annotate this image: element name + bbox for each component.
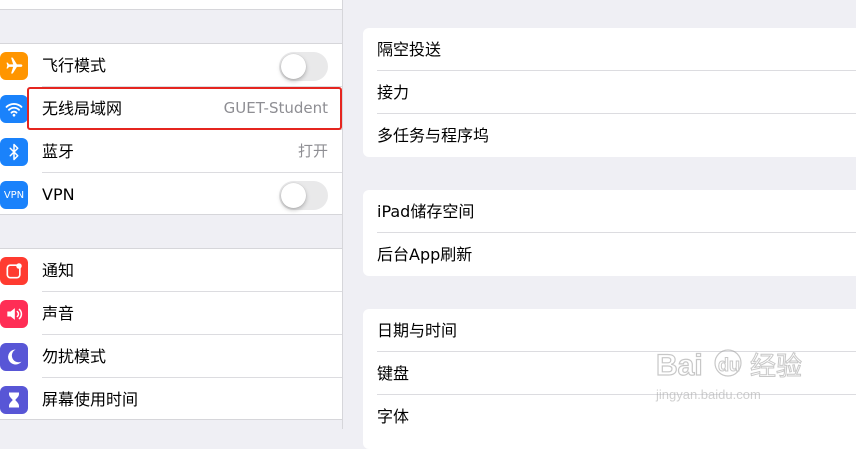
sidebar-item-vpn[interactable]: VPN VPN — [0, 173, 342, 216]
sidebar-item-airplane-mode[interactable]: 飞行模式 — [0, 44, 342, 87]
wifi-highlight-box — [27, 87, 342, 130]
list-item-label: iPad储存空间 — [377, 202, 475, 221]
svg-text:经验: 经验 — [750, 352, 802, 382]
list-item-label: 隔空投送 — [377, 40, 442, 59]
sidebar-item-label: 声音 — [42, 304, 75, 323]
list-item-multitasking-dock[interactable]: 多任务与程序坞 — [363, 114, 856, 157]
bluetooth-status-value: 打开 — [297, 142, 328, 160]
svg-text:jingyan.baidu.com: jingyan.baidu.com — [655, 387, 761, 402]
list-item-label: 多任务与程序坞 — [377, 126, 490, 145]
sidebar-item-do-not-disturb[interactable]: 勿扰模式 — [0, 335, 342, 378]
vpn-icon-text: VPN — [3, 189, 25, 201]
airplane-mode-toggle[interactable] — [279, 52, 328, 81]
list-item-label: 键盘 — [377, 364, 410, 383]
toggle-knob — [281, 183, 306, 208]
svg-text:du: du — [718, 355, 740, 375]
list-item-label: 后台App刷新 — [377, 245, 473, 264]
sidebar-item-label: 屏幕使用时间 — [42, 390, 139, 409]
system-group: 通知 声音 勿扰模式 屏幕使用时间 — [0, 248, 342, 420]
settings-sidebar: 飞行模式 无线局域网 GUET-Student 蓝牙 打开 VPN VPN 通知… — [0, 0, 343, 429]
moon-icon — [0, 343, 28, 371]
settings-card-sharing: 隔空投送 接力 多任务与程序坞 — [363, 28, 856, 157]
list-item-label: 字体 — [377, 407, 410, 426]
list-item-label: 日期与时间 — [377, 321, 458, 340]
sidebar-item-label: 通知 — [42, 261, 75, 280]
list-item-airdrop[interactable]: 隔空投送 — [363, 28, 856, 71]
sidebar-item-label: VPN — [42, 185, 75, 204]
sidebar-item-label: 蓝牙 — [42, 142, 75, 161]
sidebar-top-group — [0, 0, 342, 10]
list-item-ipad-storage[interactable]: iPad储存空间 — [363, 190, 856, 233]
list-item-handoff[interactable]: 接力 — [363, 71, 856, 114]
sidebar-item-notifications[interactable]: 通知 — [0, 249, 342, 292]
airplane-icon — [0, 52, 28, 80]
sidebar-item-label: 飞行模式 — [42, 56, 107, 75]
settings-card-storage: iPad储存空间 后台App刷新 — [363, 190, 856, 276]
wifi-icon — [0, 95, 28, 123]
hourglass-icon — [0, 386, 28, 414]
list-item-label: 接力 — [377, 83, 410, 102]
svg-text:Bai: Bai — [656, 349, 703, 382]
sidebar-item-sounds[interactable]: 声音 — [0, 292, 342, 335]
sound-icon — [0, 300, 28, 328]
baidu-jingyan-watermark: Bai du 经验 jingyan.baidu.com — [652, 339, 812, 409]
sidebar-item-bluetooth[interactable]: 蓝牙 打开 — [0, 130, 342, 173]
toggle-knob — [281, 54, 306, 79]
list-item-background-refresh[interactable]: 后台App刷新 — [363, 233, 856, 276]
watermark-graphic: Bai du 经验 jingyan.baidu.com — [655, 348, 803, 402]
bluetooth-icon — [0, 138, 28, 166]
vpn-toggle[interactable] — [279, 181, 328, 210]
sidebar-item-screen-time[interactable]: 屏幕使用时间 — [0, 378, 342, 421]
sidebar-item-label: 勿扰模式 — [42, 347, 107, 366]
vpn-icon: VPN — [0, 181, 28, 209]
notifications-icon — [0, 257, 28, 285]
